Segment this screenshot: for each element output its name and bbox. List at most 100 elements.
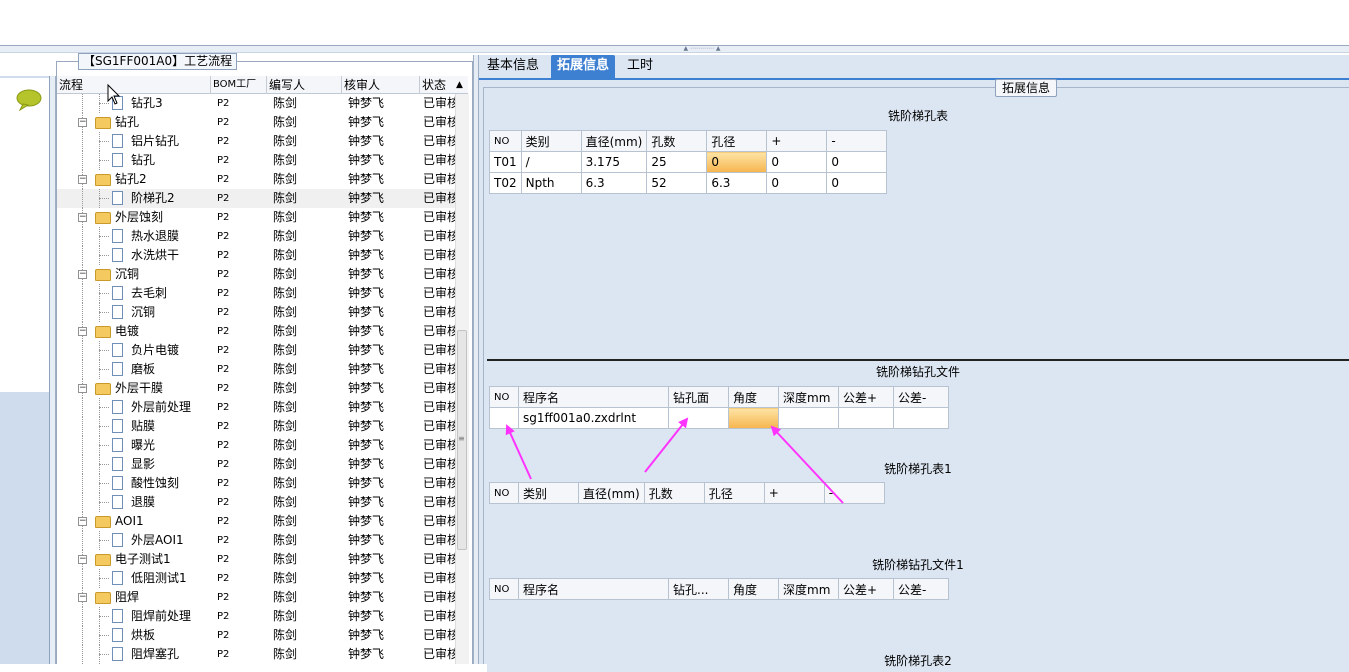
column-header[interactable]: 深度mm — [778, 386, 839, 408]
collapse-icon[interactable]: − — [78, 175, 87, 184]
table-cell[interactable]: 0 — [826, 172, 888, 194]
column-header-selected[interactable]: - — [823, 482, 885, 504]
table-cell[interactable]: 0 — [826, 151, 888, 173]
tree-node-item[interactable]: 外层AOI1 P2 陈剑 钟梦飞 已审核 — [57, 531, 455, 550]
tree-node-item[interactable]: 外层前处理 P2 陈剑 钟梦飞 已审核 — [57, 398, 455, 417]
tab-work-hours[interactable]: 工时 — [621, 55, 659, 79]
tree-node-item[interactable]: 显影 P2 陈剑 钟梦飞 已审核 — [57, 455, 455, 474]
collapse-icon[interactable]: − — [78, 517, 87, 526]
column-header[interactable]: 公差+ — [838, 386, 894, 408]
tree-node-item[interactable]: 负片电镀 P2 陈剑 钟梦飞 已审核 — [57, 341, 455, 360]
column-header-writer[interactable]: 编写人 — [267, 76, 342, 94]
column-header[interactable]: NO — [489, 130, 522, 152]
tree-node-folder[interactable]: − 钻孔2 P2 陈剑 钟梦飞 已审核 — [57, 170, 455, 189]
column-header[interactable]: 钻孔... — [668, 578, 729, 600]
collapse-icon[interactable]: − — [78, 327, 87, 336]
column-header[interactable]: 类别 — [518, 482, 579, 504]
table-cell[interactable]: 25 — [646, 151, 708, 173]
collapse-icon[interactable]: − — [78, 213, 87, 222]
tree-node-item[interactable]: 贴膜 P2 陈剑 钟梦飞 已审核 — [57, 417, 455, 436]
table-cell[interactable] — [838, 407, 894, 429]
tree-node-item[interactable]: 退膜 P2 陈剑 钟梦飞 已审核 — [57, 493, 455, 512]
collapse-icon[interactable]: − — [78, 118, 87, 127]
tree-node-item[interactable]: 曝光 P2 陈剑 钟梦飞 已审核 — [57, 436, 455, 455]
tree-node-folder[interactable]: − 钻孔 P2 陈剑 钟梦飞 已审核 — [57, 113, 455, 132]
tree-node-folder[interactable]: − 沉铜 P2 陈剑 钟梦飞 已审核 — [57, 265, 455, 284]
table-cell[interactable]: sg1ff001a0.zxdrlnt — [518, 407, 669, 429]
chat-bubble-icon[interactable] — [15, 88, 43, 112]
table-cell[interactable]: 0 — [766, 151, 828, 173]
column-header[interactable]: NO — [489, 386, 519, 408]
table-cell[interactable]: 0 — [766, 172, 828, 194]
tab-extended-info[interactable]: 拓展信息 — [551, 55, 616, 79]
tree-node-folder[interactable]: − 电子测试1 P2 陈剑 钟梦飞 已审核 — [57, 550, 455, 569]
tree-node-item[interactable]: 烘板 P2 陈剑 钟梦飞 已审核 — [57, 626, 455, 645]
column-header-active[interactable]: 角度 — [728, 386, 779, 408]
column-header[interactable]: 公差- — [893, 578, 949, 600]
column-header[interactable]: 公差+ — [838, 578, 894, 600]
table-cell[interactable]: T02 — [489, 172, 522, 194]
column-header[interactable]: 钻孔面 — [668, 386, 729, 408]
table-cell[interactable]: 6.3 — [580, 172, 648, 194]
column-header[interactable]: 直径(mm) — [578, 482, 645, 504]
tree-node-folder[interactable]: − 外层干膜 P2 陈剑 钟梦飞 已审核 — [57, 379, 455, 398]
column-header-bom[interactable]: BOM工厂 — [211, 76, 267, 94]
tree-node-item[interactable]: 阻焊塞孔 P2 陈剑 钟梦飞 已审核 — [57, 645, 455, 664]
column-header-process[interactable]: 流程 — [57, 76, 211, 94]
tree-node-folder[interactable]: − AOI1 P2 陈剑 钟梦飞 已审核 — [57, 512, 455, 531]
tree-node-folder[interactable]: − 阻焊 P2 陈剑 钟梦飞 已审核 — [57, 588, 455, 607]
table-cell[interactable]: / — [520, 151, 582, 173]
column-header[interactable]: 孔数 — [646, 130, 708, 152]
column-header[interactable]: 孔径 — [703, 482, 765, 504]
tree-node-item[interactable]: 去毛刺 P2 陈剑 钟梦飞 已审核 — [57, 284, 455, 303]
tree-node-item[interactable]: 低阻测试1 P2 陈剑 钟梦飞 已审核 — [57, 569, 455, 588]
column-header[interactable]: 公差- — [893, 386, 949, 408]
table-cell[interactable] — [778, 407, 839, 429]
tree-node-item[interactable]: 铝片钻孔 P2 陈剑 钟梦飞 已审核 — [57, 132, 455, 151]
column-header[interactable]: 深度mm — [778, 578, 839, 600]
collapse-icon[interactable]: − — [78, 555, 87, 564]
column-header[interactable]: + — [766, 130, 828, 152]
table-cell[interactable]: Npth — [520, 172, 582, 194]
column-header-active[interactable]: 孔径 — [706, 130, 768, 152]
table-cell-active[interactable]: 0 — [706, 151, 768, 173]
table-cell[interactable]: 52 — [646, 172, 708, 194]
tree-node-item[interactable]: 酸性蚀刻 P2 陈剑 钟梦飞 已审核 — [57, 474, 455, 493]
column-header-status[interactable]: 状态 — [420, 76, 455, 94]
table-cell[interactable] — [668, 407, 729, 429]
table-cell-active[interactable] — [728, 407, 779, 429]
table-cell[interactable]: T01 — [489, 151, 522, 173]
sort-arrow-icon[interactable]: ▲ — [455, 76, 468, 94]
column-header[interactable]: + — [763, 482, 825, 504]
tree-node-item[interactable]: 沉铜 P2 陈剑 钟梦飞 已审核 — [57, 303, 455, 322]
tree-node-item[interactable]: 阻焊前处理 P2 陈剑 钟梦飞 已审核 — [57, 607, 455, 626]
tree-node-item[interactable]: 热水退膜 P2 陈剑 钟梦飞 已审核 — [57, 227, 455, 246]
column-header[interactable]: NO — [489, 578, 519, 600]
tree-node-folder[interactable]: − 电镀 P2 陈剑 钟梦飞 已审核 — [57, 322, 455, 341]
column-header[interactable]: 角度 — [728, 578, 779, 600]
table-cell[interactable]: 3.175 — [580, 151, 648, 173]
column-header[interactable]: 类别 — [520, 130, 582, 152]
collapse-icon[interactable]: − — [78, 270, 87, 279]
tree-node-item[interactable]: 钻孔 P2 陈剑 钟梦飞 已审核 — [57, 151, 455, 170]
column-header[interactable]: 孔数 — [643, 482, 705, 504]
tree-node-folder[interactable]: − 外层蚀刻 P2 陈剑 钟梦飞 已审核 — [57, 208, 455, 227]
column-header[interactable]: 程序名 — [518, 578, 669, 600]
column-header[interactable]: - — [826, 130, 888, 152]
tree-node-item[interactable]: 磨板 P2 陈剑 钟梦飞 已审核 — [57, 360, 455, 379]
column-header[interactable]: 直径(mm) — [580, 130, 648, 152]
table-cell[interactable] — [489, 407, 519, 429]
collapse-icon[interactable]: − — [78, 384, 87, 393]
tree-node-item[interactable]: 水洗烘干 P2 陈剑 钟梦飞 已审核 — [57, 246, 455, 265]
splitter-grip-icon[interactable]: ▲ ⋯⋯⋯⋯ ▲ — [670, 46, 734, 52]
table-cell[interactable] — [893, 407, 949, 429]
column-header[interactable]: NO — [489, 482, 519, 504]
column-header-reviewer[interactable]: 核审人 — [342, 76, 420, 94]
column-header[interactable]: 程序名 — [518, 386, 669, 408]
section-divider[interactable] — [487, 359, 1349, 361]
table-cell[interactable]: 6.3 — [706, 172, 768, 194]
tree-node-item[interactable]: 钻孔3 P2 陈剑 钟梦飞 已审核 — [57, 94, 455, 113]
tree-node-item[interactable]: 阶梯孔2 P2 陈剑 钟梦飞 已审核 — [57, 189, 455, 208]
tab-basic-info[interactable]: 基本信息 — [481, 55, 545, 79]
collapse-icon[interactable]: − — [78, 593, 87, 602]
